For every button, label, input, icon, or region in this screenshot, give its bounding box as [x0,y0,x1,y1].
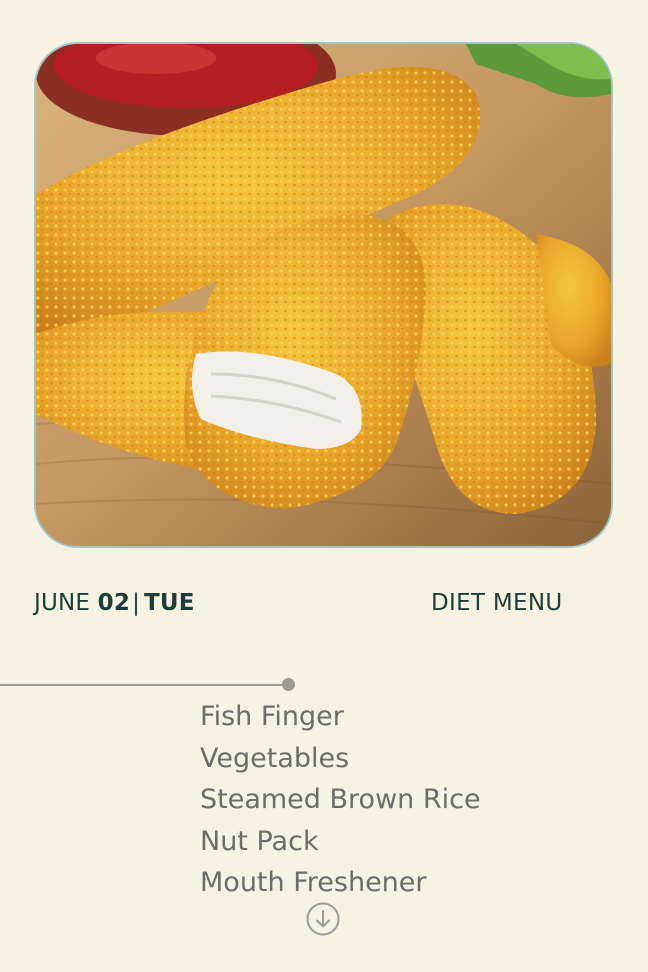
arrow-down-circle-icon[interactable] [306,902,340,936]
menu-item: Steamed Brown Rice [200,784,481,815]
menu-item: Mouth Freshener [200,867,427,898]
timeline-dot [282,678,295,691]
date-weekday: TUE [144,590,195,616]
scroll-down-button[interactable] [306,902,340,936]
hero-food-image [34,42,613,548]
timeline-line [0,684,288,686]
menu-date: JUNE 02| TUE [34,590,195,616]
menu-list: Fish Finger Vegetables Steamed Brown Ric… [200,696,481,904]
date-month: JUNE [34,590,91,616]
menu-item: Fish Finger [200,701,344,732]
fish-fingers-photo [36,44,611,546]
date-day: 02 [97,590,131,616]
date-separator: | [132,590,141,616]
menu-item: Vegetables [200,742,350,774]
section-title: DIET MENU [431,590,563,616]
menu-item: Nut Pack [200,825,319,857]
